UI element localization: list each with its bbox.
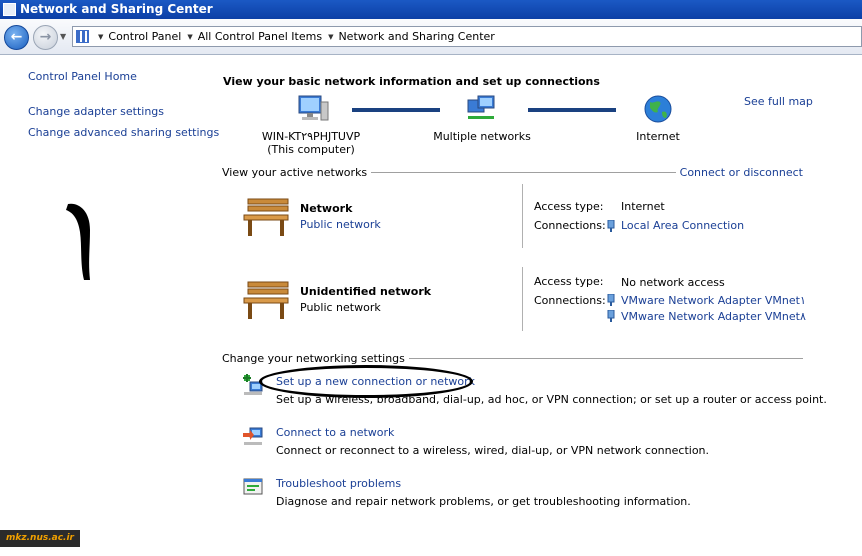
ethernet-plug-icon [607,220,615,232]
chevron-down-icon[interactable]: ▼ [328,33,333,41]
computer-name: WIN-KT۲۹PHJTUVP [261,130,361,143]
vertical-divider [522,267,523,331]
active-networks-header: View your active networks Connect or dis… [222,165,803,179]
recent-pages-dropdown-icon[interactable]: ▼ [60,32,66,41]
multiple-networks-icon [467,95,495,119]
divider [408,358,803,359]
window-titlebar: Network and Sharing Center [0,0,862,19]
troubleshoot-problems-link[interactable]: Troubleshoot problems [276,477,401,490]
network-name: Unidentified network [300,285,432,298]
multiple-networks-label: Multiple networks [433,130,531,143]
annotation-number: ١ [60,200,100,280]
breadcrumb-all-items[interactable]: All Control Panel Items [198,30,322,43]
navigation-toolbar: ← → ▼ ▼ Control Panel ▼ All Control Pane… [0,19,862,55]
networking-settings-header: Change your networking settings [222,351,803,365]
connect-or-disconnect-link[interactable]: Connect or disconnect [676,166,803,179]
annotation-ellipse [259,365,473,398]
this-computer-node: WIN-KT۲۹PHJTUVP (This computer) [246,94,376,156]
connections-label: Connections: [534,219,606,232]
multiple-networks-node: Multiple networks [432,94,532,143]
page-title: View your basic network information and … [223,75,600,88]
computer-subtitle: (This computer) [267,143,355,156]
connection-link[interactable]: Local Area Connection [621,219,744,232]
globe-icon [644,95,672,123]
control-panel-icon [76,30,89,43]
internet-node: Internet [620,94,696,143]
networking-settings-title: Change your networking settings [222,351,405,365]
see-full-map-link[interactable]: See full map [744,95,813,108]
internet-label: Internet [636,130,680,143]
chevron-down-icon[interactable]: ▼ [187,33,192,41]
access-type-value: No network access [621,276,725,289]
ethernet-plug-icon [607,294,615,306]
forward-button[interactable]: → [33,25,58,50]
chevron-down-icon[interactable]: ▼ [98,33,103,41]
window-title: Network and Sharing Center [20,2,213,16]
ethernet-plug-icon [607,310,615,322]
change-advanced-sharing-link[interactable]: Change advanced sharing settings [28,126,219,139]
breadcrumb-control-panel[interactable]: Control Panel [108,30,181,43]
connection-link[interactable]: VMware Network Adapter VMnet١ [621,294,806,307]
network-category-link[interactable]: Public network [300,218,381,231]
connect-to-network-icon [243,427,263,445]
change-adapter-settings-link[interactable]: Change adapter settings [28,105,164,118]
map-connection-line [352,108,440,112]
access-type-value: Internet [621,200,665,213]
troubleshoot-icon [243,478,263,495]
network-category: Public network [300,301,381,314]
public-network-bench-icon[interactable] [242,278,292,322]
troubleshoot-problems-desc: Diagnose and repair network problems, or… [276,495,691,508]
network-app-icon [3,3,16,16]
control-panel-home-link[interactable]: Control Panel Home [28,70,137,83]
computer-icon [298,95,329,121]
connections-label: Connections: [534,294,606,307]
address-bar[interactable]: ▼ Control Panel ▼ All Control Panel Item… [72,26,862,47]
connection-link[interactable]: VMware Network Adapter VMnet٨ [621,310,806,323]
vertical-divider [522,184,523,248]
divider [371,172,676,173]
watermark-logo: mkz.nus.ac.ir [0,530,80,547]
connect-to-network-link[interactable]: Connect to a network [276,426,394,439]
map-connection-line [528,108,616,112]
connect-to-network-desc: Connect or reconnect to a wireless, wire… [276,444,710,457]
public-network-bench-icon[interactable] [242,195,292,239]
network-name: Network [300,202,353,215]
active-networks-title: View your active networks [222,165,368,179]
network-entry: Unidentified network Public network [240,273,820,343]
breadcrumb-current[interactable]: Network and Sharing Center [338,30,494,43]
back-button[interactable]: ← [4,25,29,50]
access-type-label: Access type: [534,275,604,288]
access-type-label: Access type: [534,200,604,213]
